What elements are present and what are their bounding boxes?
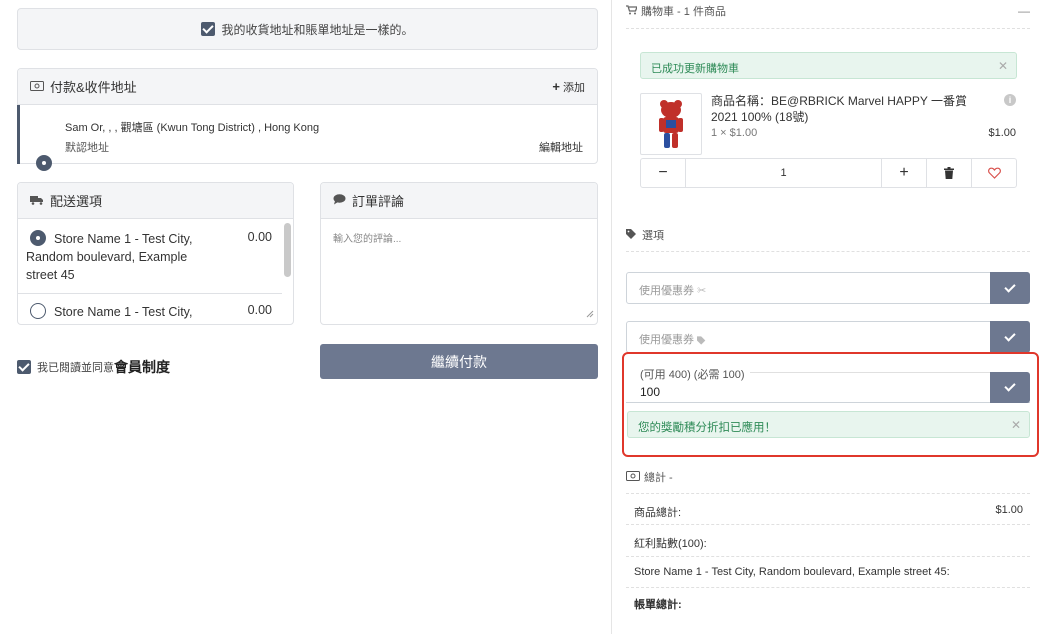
heart-icon <box>987 167 1001 179</box>
reward-points-input[interactable]: 100 <box>626 372 1030 403</box>
info-icon[interactable]: i <box>1004 94 1016 106</box>
voucher-input[interactable]: 使用優惠券 <box>626 321 1030 353</box>
apply-coupon-button[interactable] <box>990 272 1030 304</box>
coupon-placeholder: 使用優惠券 ✂ <box>639 285 707 297</box>
minus-icon: − <box>658 164 668 181</box>
totals-header: 總計 - <box>626 469 673 485</box>
grand-total-label: 帳單總計: <box>634 599 682 611</box>
collapse-cart-button[interactable]: — <box>1018 4 1030 18</box>
comment-card-title: 訂單評論 <box>352 194 405 209</box>
add-address-button[interactable]: + 添加 <box>552 79 585 95</box>
cart-success-alert: 已成功更新購物車 ✕ <box>640 52 1017 79</box>
options-header: 選項 <box>626 227 664 243</box>
subtotal-label: 商品總計: <box>634 507 682 519</box>
points-applied-text: 您的獎勵積分折扣已應用！ <box>638 422 776 434</box>
same-address-banner[interactable]: 我的收貨地址和賬單地址是一樣的。 <box>17 8 598 50</box>
comment-icon <box>333 193 346 208</box>
shipping-card: 配送選項 Store Name 1 - Test City, Random bo… <box>17 182 294 325</box>
continue-payment-label: 繼續付款 <box>431 353 487 370</box>
comment-placeholder: 輸入您的評論... <box>333 234 402 245</box>
same-address-checkbox[interactable] <box>201 22 216 36</box>
trash-icon <box>944 167 954 179</box>
tag-icon <box>697 335 706 345</box>
product-line-total: $1.00 <box>988 127 1016 139</box>
bearbrick-figure-icon <box>659 100 683 148</box>
product-name: 商品名稱：BE@RBRICK Marvel HAPPY 一番賞 2021 100… <box>711 94 968 124</box>
truck-icon <box>30 193 44 208</box>
shipping-option-name: Store Name 1 - Test City, Random bouleva… <box>26 232 193 282</box>
totals-row-divider <box>626 587 1030 588</box>
add-address-label: 添加 <box>563 81 585 94</box>
shipping-row-label: Store Name 1 - Test City, Random bouleva… <box>634 566 950 578</box>
scissors-icon: ✂ <box>697 285 707 297</box>
shipping-card-title: 配送選項 <box>50 194 103 209</box>
check-icon <box>1004 380 1016 392</box>
apply-voucher-button[interactable] <box>990 321 1030 353</box>
membership-link[interactable]: 會員制度 <box>114 357 170 377</box>
continue-payment-button[interactable]: 繼續付款 <box>320 344 598 379</box>
address-selected-bar <box>17 105 20 164</box>
wishlist-button[interactable] <box>971 159 1016 187</box>
comment-textarea[interactable]: 輸入您的評論... <box>321 220 597 324</box>
delete-item-button[interactable] <box>926 159 971 187</box>
points-applied-alert: 您的獎勵積分折扣已應用！ ✕ <box>627 411 1030 438</box>
shipping-option-price: 0.00 <box>247 230 272 244</box>
check-icon <box>1004 329 1016 342</box>
cart-header-divider <box>626 28 1030 29</box>
quantity-stepper: − 1 + <box>640 158 1017 188</box>
plus-icon: + <box>899 164 909 181</box>
quantity-input[interactable]: 1 <box>686 159 881 187</box>
agree-terms[interactable]: 我已閱讀並同意 會員制度 <box>17 357 170 377</box>
close-icon[interactable]: ✕ <box>998 59 1008 73</box>
cart-header: 購物車 - 1 件商品 — <box>626 3 1030 19</box>
totals-row-divider <box>626 524 1030 525</box>
subtotal-value: $1.00 <box>995 504 1023 516</box>
agree-prefix: 我已閱讀並同意 <box>37 362 114 374</box>
reward-points-row-label: 紅利點數(100): <box>634 538 707 550</box>
shipping-option[interactable]: Store Name 1 - Test City, Random bouleva… <box>18 220 282 294</box>
shipping-option-price: 0.00 <box>247 303 272 317</box>
close-icon[interactable]: ✕ <box>1011 418 1021 432</box>
shipping-scrollbar[interactable] <box>284 223 291 277</box>
plus-icon: + <box>552 78 560 94</box>
address-line: Sam Or, , , 觀塘區 (Kwun Tong District) , H… <box>65 122 320 134</box>
check-icon <box>1004 280 1016 293</box>
shipping-card-header: 配送選項 <box>18 183 293 219</box>
money-icon <box>30 79 44 94</box>
options-divider <box>626 251 1030 252</box>
default-address-label: 默認地址 <box>65 142 109 154</box>
quantity-value: 1 <box>780 167 787 179</box>
increase-qty-button[interactable]: + <box>881 159 926 187</box>
coupon-input[interactable]: 使用優惠券 ✂ <box>626 272 1030 304</box>
decrease-qty-button[interactable]: − <box>641 159 686 187</box>
column-divider <box>611 0 612 634</box>
cart-success-text: 已成功更新購物車 <box>651 63 739 75</box>
totals-title: 總計 - <box>644 472 673 484</box>
comment-card: 訂單評論 輸入您的評論... <box>320 182 598 325</box>
cart-icon <box>626 4 638 18</box>
voucher-placeholder: 使用優惠券 <box>639 331 707 347</box>
same-address-label: 我的收貨地址和賬單地址是一樣的。 <box>221 22 414 37</box>
options-title: 選項 <box>642 230 664 242</box>
reward-points-value: 100 <box>640 385 661 399</box>
cart-title: 購物車 - 1 件商品 <box>641 6 726 18</box>
shipping-option-name: Store Name 1 - Test City, Random bouleva… <box>26 305 193 324</box>
product-image[interactable] <box>640 93 702 155</box>
totals-divider <box>626 493 1030 494</box>
apply-points-button[interactable] <box>990 372 1030 403</box>
resize-handle-icon[interactable] <box>586 307 594 321</box>
address-card: 付款&收件地址 + 添加 Sam Or, , , 觀塘區 (Kwun Tong … <box>17 68 598 171</box>
tags-icon <box>626 228 638 242</box>
address-card-header: 付款&收件地址 + 添加 <box>18 69 597 105</box>
money-icon <box>626 470 640 484</box>
totals-row-divider <box>626 556 1030 557</box>
product-qty-price: 1 × $1.00 <box>711 127 758 139</box>
edit-address-link[interactable]: 編輯地址 <box>539 139 583 155</box>
shipping-option[interactable]: Store Name 1 - Test City, Random bouleva… <box>18 294 282 324</box>
address-radio[interactable] <box>36 155 52 171</box>
agree-checkbox[interactable] <box>17 360 31 374</box>
comment-card-header: 訂單評論 <box>321 183 597 219</box>
address-card-title: 付款&收件地址 <box>50 80 137 95</box>
